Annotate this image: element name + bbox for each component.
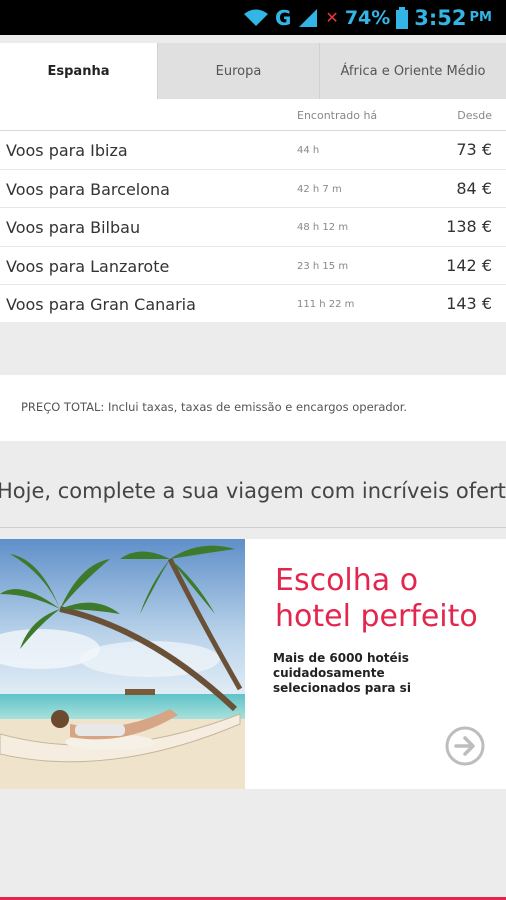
network-type-label: G <box>274 5 292 30</box>
clock-ampm: PM <box>469 10 492 25</box>
flight-found-time: 48 h 12 m <box>297 222 349 233</box>
hotel-headline: Escolha o hotel perfeito <box>275 563 478 634</box>
offers-title: Hoje, complete a sua viagem com incrívei… <box>0 479 506 509</box>
clock: 3:52 PM <box>414 6 492 30</box>
table-row[interactable]: Voos para Barcelona 42 h 7 m 84 € <box>0 170 506 208</box>
signal-icon <box>297 7 319 29</box>
divider <box>0 527 506 528</box>
table-row[interactable]: Voos para Lanzarote 23 h 15 m 142 € <box>0 247 506 285</box>
flight-found-time: 42 h 7 m <box>297 183 342 195</box>
hotel-subtitle: Mais de 6000 hotéis cuidadosamente selec… <box>273 651 411 695</box>
flight-price: 138 € <box>446 217 492 236</box>
status-bar: G ✕ 74% 3:52 PM <box>0 0 506 35</box>
hotel-offer-card[interactable]: Escolha o hotel perfeito Mais de 6000 ho… <box>0 539 506 789</box>
table-row[interactable]: Voos para Bilbau 48 h 12 m 138 € <box>0 208 506 247</box>
flight-found-time: 44 h <box>297 145 320 156</box>
battery-icon <box>396 6 409 29</box>
flights-table: Encontrado há Desde Voos para Ibiza 44 h… <box>0 99 506 322</box>
table-row[interactable]: Voos para Gran Canaria 111 h 22 m 143 € <box>0 285 506 324</box>
flight-destination: Voos para Lanzarote <box>6 256 170 276</box>
table-header: Encontrado há Desde <box>0 99 506 131</box>
column-from: Desde <box>457 109 492 122</box>
flight-price: 142 € <box>446 255 492 275</box>
flight-price: 143 € <box>446 294 492 313</box>
wifi-icon <box>243 8 269 28</box>
offers-title-text: Hoje, complete a sua viagem com incrívei… <box>0 479 506 503</box>
tab-africa-oriente-medio[interactable]: África e Oriente Médio <box>319 43 506 99</box>
flight-found-time: 111 h 22 m <box>297 299 355 310</box>
flight-destination: Voos para Ibiza <box>6 141 128 160</box>
flight-destination: Voos para Gran Canaria <box>6 295 196 314</box>
flight-found-time: 23 h 15 m <box>297 260 349 272</box>
tab-espanha[interactable]: Espanha <box>0 43 157 99</box>
flight-price: 73 € <box>456 140 492 159</box>
arrow-right-icon[interactable] <box>444 725 486 767</box>
column-found: Encontrado há <box>297 109 378 122</box>
table-row[interactable]: Voos para Ibiza 44 h 73 € <box>0 131 506 170</box>
price-note-panel: PREÇO TOTAL: Inclui taxas, taxas de emis… <box>0 375 506 441</box>
destination-tabs: Espanha Europa África e Oriente Médio <box>0 43 506 99</box>
price-note-text: PREÇO TOTAL: Inclui taxas, taxas de emis… <box>21 400 408 414</box>
flight-destination: Voos para Barcelona <box>6 179 170 199</box>
clock-time: 3:52 <box>414 5 467 30</box>
tab-europa[interactable]: Europa <box>157 43 319 99</box>
flight-price: 84 € <box>456 178 492 198</box>
no-sim-icon: ✕ <box>325 8 339 27</box>
flight-destination: Voos para Bilbau <box>6 218 141 237</box>
beach-hammock-image <box>0 539 245 789</box>
battery-percent: 74% <box>344 6 391 29</box>
